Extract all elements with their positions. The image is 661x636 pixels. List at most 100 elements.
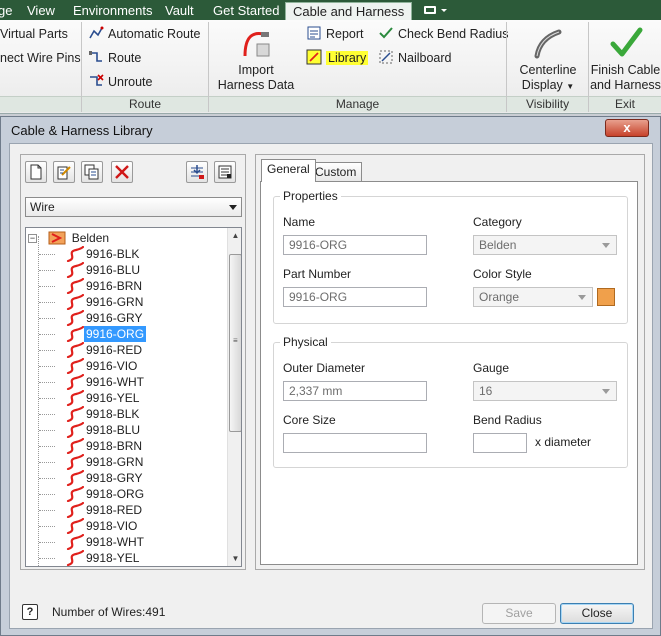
tab-general[interactable]: General: [261, 159, 316, 182]
tree-item[interactable]: 9916-BLK: [26, 246, 226, 262]
tree-item[interactable]: 9918-WHT: [26, 534, 226, 550]
tree-item[interactable]: 9916-RED: [26, 342, 226, 358]
report-button[interactable]: Report: [306, 24, 364, 44]
scroll-down-icon[interactable]: ▼: [228, 551, 241, 566]
wire-icon: [66, 246, 84, 262]
bend-radius-field[interactable]: [473, 433, 527, 453]
help-icon[interactable]: ?: [22, 604, 38, 620]
general-tab-page: Properties Name 9916-ORG Category Belden…: [260, 181, 638, 565]
chevron-down-icon: [578, 295, 586, 300]
tab-cable-and-harness[interactable]: Cable and Harness: [285, 2, 413, 20]
part-number-field[interactable]: 9916-ORG: [283, 287, 427, 307]
route-button[interactable]: Route: [88, 48, 141, 68]
tree-item-label: 9916-BRN: [86, 279, 143, 293]
library-dialog: Cable & Harness Library x Wire − Belden …: [0, 116, 661, 636]
bend-radius-unit: x diameter: [535, 435, 592, 449]
new-item-button[interactable]: [25, 161, 47, 183]
nailboard-button[interactable]: Nailboard: [378, 48, 452, 68]
tree-item-label: 9918-VIO: [86, 519, 138, 533]
tree-item[interactable]: 9916-BLU: [26, 262, 226, 278]
tree-item[interactable]: 9916-WHT: [26, 374, 226, 390]
close-button[interactable]: Close: [560, 603, 634, 624]
tree-item[interactable]: 9918-RED: [26, 502, 226, 518]
wire-icon: [66, 550, 84, 566]
tree-item-label: 9918-GRN: [86, 455, 144, 469]
save-button[interactable]: Save: [482, 603, 556, 624]
tree-item-label: 9916-WHT: [86, 375, 145, 389]
tab-custom[interactable]: Custom: [309, 162, 363, 181]
tree-item[interactable]: 9918-GRN: [26, 454, 226, 470]
wire-icon: [66, 390, 84, 406]
route-icon: [89, 51, 102, 62]
tree-item[interactable]: 9918-BLU: [26, 422, 226, 438]
tab-view[interactable]: View: [27, 2, 55, 20]
tree-item[interactable]: 9916-BRN: [26, 278, 226, 294]
properties-group: Properties Name 9916-ORG Category Belden…: [273, 189, 628, 324]
tree-item[interactable]: 9918-YEL: [26, 550, 226, 566]
import-harness-icon: [243, 32, 270, 57]
library-tree-pane: Wire − Belden 9916-BLK 9916-BLU 9916-BRN 99…: [20, 154, 246, 570]
color-style-select[interactable]: Orange: [473, 287, 593, 307]
tab-environments[interactable]: Environments: [73, 2, 152, 20]
tree-item[interactable]: 9916-ORG: [26, 326, 226, 342]
gauge-select[interactable]: 16: [473, 381, 617, 401]
tree-scrollbar[interactable]: ▲ ≡ ▼: [227, 228, 241, 566]
tree-item[interactable]: 9916-GRY: [26, 310, 226, 326]
chevron-down-icon: [229, 205, 237, 210]
copy-item-button[interactable]: [81, 161, 103, 183]
finish-cable-and-harness-button[interactable]: Finish Cable and Harness: [590, 26, 661, 93]
category-label: Category: [473, 215, 522, 229]
object-type-select[interactable]: Wire: [25, 197, 242, 217]
import-library-button[interactable]: [186, 161, 208, 183]
checkmark-icon: [610, 27, 642, 57]
scroll-up-icon[interactable]: ▲: [228, 228, 241, 243]
virtual-parts-button[interactable]: Virtual Parts: [0, 24, 68, 44]
outer-diameter-field[interactable]: 2,337 mm: [283, 381, 427, 401]
tab-vault[interactable]: Vault: [165, 2, 194, 20]
tree-item[interactable]: 9916-GRN: [26, 294, 226, 310]
category-folder-icon: [48, 231, 66, 245]
monitor-icon[interactable]: [420, 3, 450, 17]
dialog-close-button[interactable]: x: [605, 119, 649, 137]
tree-item[interactable]: 9916-YEL: [26, 390, 226, 406]
tree-item-label: 9918-BLK: [86, 407, 140, 421]
tree-item[interactable]: 9916-VIO: [26, 358, 226, 374]
delete-item-button[interactable]: [111, 161, 133, 183]
tree-item[interactable]: 9918-ORG: [26, 486, 226, 502]
panel-title-exit: Exit: [589, 96, 661, 112]
tree-item[interactable]: 9918-BLK: [26, 406, 226, 422]
wire-icon: [66, 310, 84, 326]
check-bend-radius-button[interactable]: Check Bend Radius: [378, 24, 508, 44]
collapse-icon[interactable]: −: [28, 234, 37, 243]
library-button[interactable]: Library: [306, 48, 369, 68]
centerline-display-button[interactable]: Centerline Display ▼: [510, 26, 586, 94]
tree-item-label: 9916-GRN: [86, 295, 144, 309]
automatic-route-icon: [89, 26, 104, 39]
tree-item[interactable]: 9918-BRN: [26, 438, 226, 454]
tree-item[interactable]: 9918-GRY: [26, 470, 226, 486]
tree-item[interactable]: 9918-VIO: [26, 518, 226, 534]
wire-icon: [66, 262, 84, 278]
unroute-button[interactable]: Unroute: [88, 72, 152, 92]
tree-item-label: 9916-RED: [86, 343, 143, 357]
name-field[interactable]: 9916-ORG: [283, 235, 427, 255]
connect-wire-pins-button[interactable]: nect Wire Pins: [0, 48, 81, 68]
tab-get-started[interactable]: Get Started: [213, 2, 279, 20]
chevron-down-icon: [602, 243, 610, 248]
tree-item-label: 9918-RED: [86, 503, 143, 517]
check-bend-radius-icon: [379, 27, 393, 39]
category-select[interactable]: Belden: [473, 235, 617, 255]
edit-item-button[interactable]: [53, 161, 75, 183]
wire-icon: [66, 278, 84, 294]
tab-ge[interactable]: ge: [0, 2, 12, 20]
tree-item-label: 9918-YEL: [86, 551, 140, 565]
ribbon: ge View Environments Vault Get Started C…: [0, 0, 661, 114]
export-library-button[interactable]: [214, 161, 236, 183]
scroll-thumb[interactable]: ≡: [229, 254, 241, 432]
wire-icon: [66, 342, 84, 358]
color-swatch[interactable]: [597, 288, 615, 306]
automatic-route-button[interactable]: Automatic Route: [88, 24, 200, 44]
core-size-field[interactable]: [283, 433, 427, 453]
tree-item-label: 9916-BLK: [86, 247, 140, 261]
tree-root-belden[interactable]: − Belden: [28, 230, 111, 246]
